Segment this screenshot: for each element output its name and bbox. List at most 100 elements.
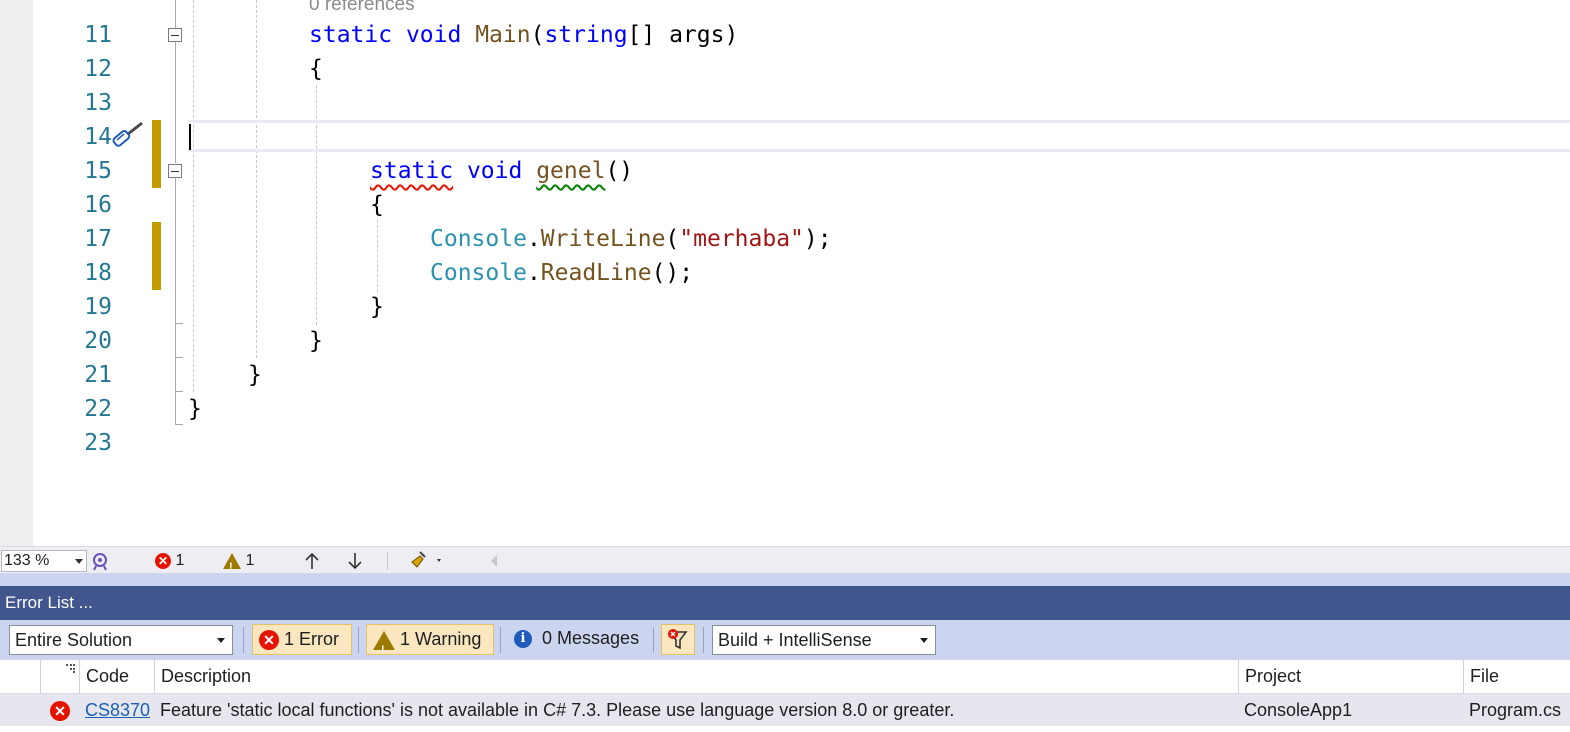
error-list-toolbar: Entire Solution ✕ 1 Error ! 1 Warning i … xyxy=(0,620,1570,660)
method-name: WriteLine xyxy=(540,226,666,252)
method-name-warning-squiggle[interactable]: genel xyxy=(536,158,605,184)
scroll-left-icon[interactable] xyxy=(488,553,500,569)
intellicode-icon[interactable] xyxy=(90,551,110,571)
arrow-down-icon[interactable] xyxy=(346,551,364,571)
code-line-15[interactable]: static void genel() xyxy=(370,154,633,188)
zoom-combobox[interactable]: 133 % xyxy=(1,550,87,572)
warning-count: 1 xyxy=(245,552,255,569)
line-number: 18 xyxy=(84,260,112,286)
warning-count-indicator[interactable]: ! 1 xyxy=(223,550,255,573)
code-cleanup-brush-icon[interactable] xyxy=(408,550,446,572)
error-list-header: Code Description Project File xyxy=(0,660,1570,694)
change-marker xyxy=(152,120,161,188)
line-number: 16 xyxy=(84,192,112,218)
error-description: Feature 'static local functions' is not … xyxy=(160,700,955,720)
codelens-references[interactable]: 0 references xyxy=(309,0,415,16)
punctuation: . xyxy=(526,260,541,286)
chevron-down-icon xyxy=(217,638,225,643)
scope-dropdown[interactable]: Entire Solution xyxy=(9,625,233,655)
warnings-filter-label: 1 Warning xyxy=(400,629,482,649)
column-header-blank[interactable] xyxy=(0,660,40,693)
code-line-11[interactable]: static void Main(string[] args) xyxy=(309,18,738,52)
chevron-down-icon xyxy=(75,559,83,564)
error-code-link[interactable]: CS8370 xyxy=(79,694,150,726)
filter-button[interactable] xyxy=(661,624,695,655)
info-icon: i xyxy=(514,630,532,649)
filter-icon xyxy=(668,629,688,650)
code-editor[interactable]: 11 12 13 14 15 16 17 18 19 20 21 22 23 0… xyxy=(0,0,1570,546)
divider xyxy=(387,552,388,570)
divider xyxy=(500,627,501,653)
code-line-21[interactable]: } xyxy=(248,358,262,392)
build-source-dropdown[interactable]: Build + IntelliSense xyxy=(712,625,936,655)
keyword: string xyxy=(544,22,628,48)
error-icon: ✕ xyxy=(155,552,171,569)
editor-margin-strip xyxy=(0,0,33,546)
code-line-12[interactable]: { xyxy=(309,52,323,86)
punctuation: . xyxy=(526,226,541,252)
quick-actions-screwdriver-icon[interactable] xyxy=(110,120,146,154)
outline-guide xyxy=(175,178,176,424)
type-name: Console xyxy=(430,260,527,286)
errors-filter-label: 1 Error xyxy=(284,629,340,649)
messages-filter-toggle[interactable]: i 0 Messages xyxy=(508,624,648,655)
error-icon: ✕ xyxy=(259,630,279,651)
type-name: Console xyxy=(430,226,527,252)
line-number: 23 xyxy=(84,430,112,456)
arrow-up-icon[interactable] xyxy=(303,551,321,571)
errors-filter-toggle[interactable]: ✕ 1 Error xyxy=(252,624,352,655)
panel-splitter[interactable] xyxy=(0,573,1570,586)
change-marker xyxy=(152,256,161,290)
text-caret xyxy=(189,124,191,150)
code-line-17[interactable]: Console.WriteLine("merhaba"); xyxy=(430,222,832,256)
column-header-project[interactable]: Project xyxy=(1238,660,1463,693)
divider xyxy=(358,627,359,653)
divider xyxy=(243,627,244,653)
column-header-file[interactable]: File xyxy=(1463,660,1570,693)
scope-value: Entire Solution xyxy=(15,630,133,650)
change-marker xyxy=(152,222,161,256)
warning-icon: ! xyxy=(373,630,395,656)
outline-end xyxy=(175,357,183,358)
zoom-value: 133 % xyxy=(4,552,50,569)
method-name: Main xyxy=(475,22,531,48)
punctuation: (); xyxy=(651,260,694,286)
warnings-filter-toggle[interactable]: ! 1 Warning xyxy=(366,624,494,656)
punctuation: ( xyxy=(530,22,545,48)
divider xyxy=(703,627,704,653)
outline-end xyxy=(175,323,183,324)
current-line-highlight xyxy=(188,120,1570,152)
error-count: 1 xyxy=(175,552,185,569)
collapse-main-toggle[interactable] xyxy=(168,28,182,42)
code-line-20[interactable]: } xyxy=(309,324,323,358)
column-header-suppression[interactable] xyxy=(40,660,79,693)
code-line-18[interactable]: Console.ReadLine(); xyxy=(430,256,693,290)
punctuation: ); xyxy=(803,226,832,252)
build-source-value: Build + IntelliSense xyxy=(718,630,872,650)
indent-guide xyxy=(377,220,378,292)
outline-end xyxy=(175,391,183,392)
collapse-genel-toggle[interactable] xyxy=(168,164,182,178)
table-row[interactable]: ✕ CS8370 Feature 'static local functions… xyxy=(0,694,1570,726)
error-list-title: Error List ... xyxy=(5,593,93,612)
outline-guide xyxy=(175,42,176,163)
error-severity-icon: ✕ xyxy=(50,700,70,722)
column-options-icon xyxy=(66,664,75,673)
parameters: [] args) xyxy=(627,22,739,48)
line-number: 19 xyxy=(84,294,112,320)
column-header-code[interactable]: Code xyxy=(79,660,154,693)
column-header-description[interactable]: Description xyxy=(154,660,1238,693)
error-list-title-bar[interactable]: Error List ... xyxy=(0,586,1570,620)
code-line-16[interactable]: { xyxy=(370,188,384,222)
line-number: 22 xyxy=(84,396,112,422)
code-line-19[interactable]: } xyxy=(370,290,384,324)
code-line-22[interactable]: } xyxy=(188,392,202,426)
line-number: 14 xyxy=(84,124,112,150)
line-number: 15 xyxy=(84,158,112,184)
error-count-indicator[interactable]: ✕ 1 xyxy=(155,550,184,572)
keyword-error-squiggle[interactable]: static xyxy=(370,158,453,184)
indent-guide xyxy=(256,0,257,358)
error-file: Program.cs xyxy=(1469,700,1562,720)
indent-guide xyxy=(193,0,194,392)
keyword: void xyxy=(405,22,462,48)
